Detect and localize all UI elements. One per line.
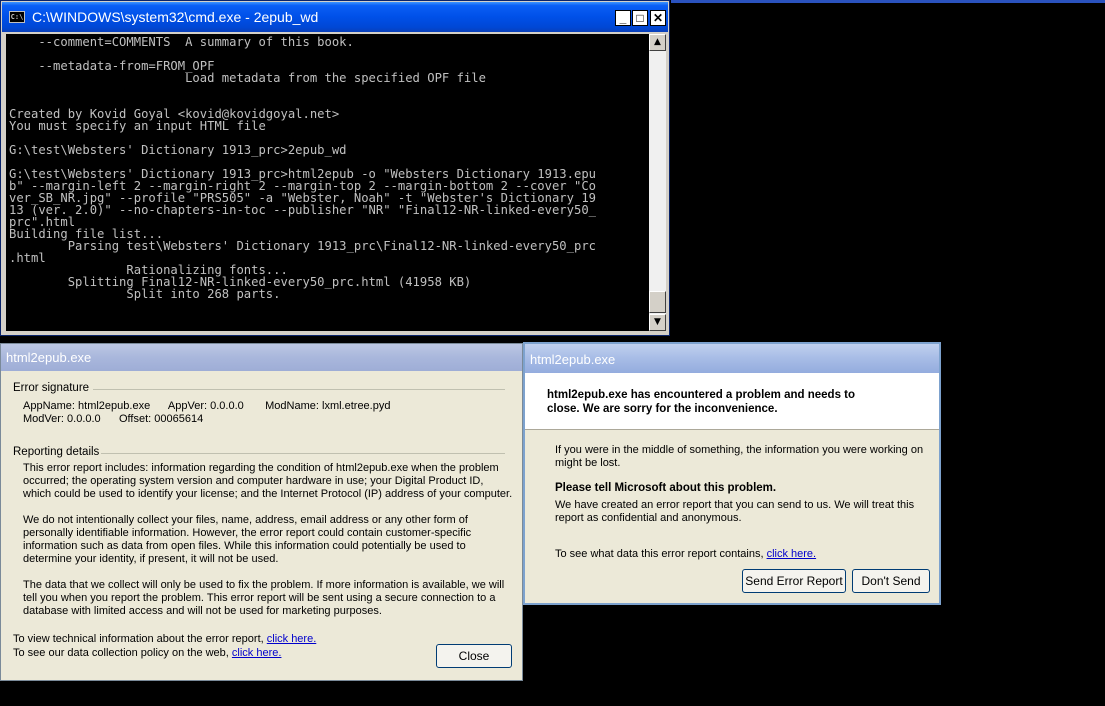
- error-dialog-title: html2epub.exe: [530, 352, 616, 367]
- details-paragraph-3: The data that we collect will only be us…: [23, 579, 505, 617]
- cmd-window-title: C:\WINDOWS\system32\cmd.exe - 2epub_wd: [32, 9, 319, 25]
- console-scrollbar[interactable]: ▲ ▼: [649, 34, 666, 331]
- policy-line: To see our data collection policy on the…: [13, 647, 281, 660]
- technical-info-text: To view technical information about the …: [13, 633, 264, 645]
- see-data-link[interactable]: click here.: [767, 548, 817, 560]
- cmd-window: C:\ C:\WINDOWS\system32\cmd.exe - 2epub_…: [0, 0, 670, 336]
- signature-line-1: AppName: html2epub.exe AppVer: 0.0.0.0 M…: [23, 400, 391, 412]
- error-details-dialog: html2epub.exe Error signature AppName: h…: [0, 343, 523, 681]
- error-signature-heading: Error signature: [13, 382, 90, 394]
- close-dialog-button[interactable]: Close: [436, 644, 512, 668]
- details-titlebar[interactable]: html2epub.exe: [1, 344, 522, 371]
- error-dialog-titlebar[interactable]: html2epub.exe: [525, 344, 939, 373]
- signature-line-2: ModVer: 0.0.0.0 Offset: 00065614: [23, 413, 204, 425]
- minimize-button[interactable]: _: [615, 10, 631, 26]
- policy-link[interactable]: click here.: [232, 647, 282, 659]
- report-text: We have created an error report that you…: [555, 499, 915, 524]
- middle-of-something-text: If you were in the middle of something, …: [555, 444, 924, 469]
- dont-send-button[interactable]: Don't Send: [852, 569, 930, 593]
- cmd-titlebar[interactable]: C:\ C:\WINDOWS\system32\cmd.exe - 2epub_…: [2, 2, 668, 32]
- see-data-text: To see what data this error report conta…: [555, 548, 764, 560]
- see-data-line: To see what data this error report conta…: [555, 548, 816, 561]
- tell-microsoft-heading: Please tell Microsoft about this problem…: [555, 482, 777, 494]
- console-icon: C:\: [9, 11, 25, 23]
- error-headline: html2epub.exe has encountered a problem …: [547, 389, 856, 415]
- details-title: html2epub.exe: [6, 350, 92, 365]
- close-button[interactable]: ✕: [650, 10, 666, 26]
- divider: [101, 453, 505, 454]
- maximize-button[interactable]: □: [632, 10, 648, 26]
- details-paragraph-1: This error report includes: information …: [23, 462, 513, 500]
- details-paragraph-2: We do not intentionally collect your fil…: [23, 514, 472, 565]
- send-error-report-button[interactable]: Send Error Report: [742, 569, 846, 593]
- reporting-details-heading: Reporting details: [13, 446, 100, 458]
- technical-info-line: To view technical information about the …: [13, 633, 316, 646]
- scroll-down-icon[interactable]: ▼: [649, 314, 666, 331]
- scroll-up-icon[interactable]: ▲: [649, 34, 666, 51]
- console-output[interactable]: --comment=COMMENTS A summary of this boo…: [6, 34, 649, 331]
- console-text: --comment=COMMENTS A summary of this boo…: [9, 35, 596, 301]
- technical-info-link[interactable]: click here.: [267, 633, 317, 645]
- error-header-panel: html2epub.exe has encountered a problem …: [525, 373, 939, 430]
- policy-text: To see our data collection policy on the…: [13, 647, 229, 659]
- scroll-thumb[interactable]: [649, 291, 666, 313]
- divider: [93, 389, 505, 390]
- error-report-dialog: html2epub.exe html2epub.exe has encounte…: [523, 342, 941, 605]
